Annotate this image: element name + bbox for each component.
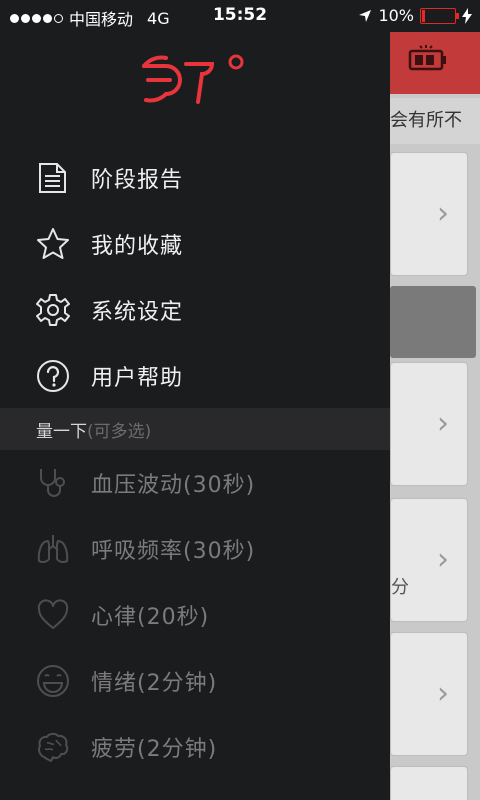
background-fragment-text: 分	[391, 577, 409, 598]
chevron-right-icon: ›	[437, 542, 449, 577]
help-icon	[36, 359, 70, 393]
background-card[interactable]: › 分	[390, 498, 468, 622]
measure-label: 心律(20秒)	[91, 605, 210, 630]
measure-label: 呼吸频率(30秒)	[91, 539, 256, 564]
background-banner-text: 会有所不	[390, 98, 480, 144]
section-subtitle: (可多选)	[87, 421, 152, 442]
background-card[interactable]	[390, 766, 468, 800]
measure-label: 情绪(2分钟)	[91, 671, 218, 696]
app-logo	[142, 54, 244, 104]
menu-label: 系统设定	[91, 300, 184, 325]
battery-percent: 10%	[378, 6, 414, 25]
measure-label: 血压波动(30秒)	[91, 473, 256, 498]
background-header	[390, 32, 480, 94]
battery-icon	[420, 7, 459, 24]
menu-item-stage-report[interactable]: 阶段报告	[0, 145, 390, 211]
smile-icon	[36, 664, 70, 698]
chevron-right-icon: ›	[437, 196, 449, 231]
measure-item-fatigue[interactable]: 疲劳(2分钟)	[0, 714, 390, 780]
status-bar: 中国移动 4G 15:52 10%	[0, 0, 480, 32]
star-icon	[36, 227, 70, 261]
menu-label: 用户帮助	[91, 366, 184, 391]
menu-item-help[interactable]: 用户帮助	[0, 343, 390, 409]
status-right: 10%	[358, 6, 472, 25]
chevron-right-icon: ›	[437, 406, 449, 441]
menu-item-favorites[interactable]: 我的收藏	[0, 211, 390, 277]
measure-section-header: 量一下 (可多选)	[0, 408, 390, 450]
measure-item-heart-rhythm[interactable]: 心律(20秒)	[0, 582, 390, 648]
menu-label: 阶段报告	[91, 168, 184, 193]
background-app: 会有所不 › › › 分 ›	[390, 32, 480, 800]
battery-device-icon	[408, 45, 446, 71]
heart-icon	[36, 598, 70, 632]
menu-item-settings[interactable]: 系统设定	[0, 277, 390, 343]
menu-label: 我的收藏	[91, 234, 184, 259]
measure-label: 疲劳(2分钟)	[91, 737, 218, 762]
section-title: 量一下	[36, 421, 87, 442]
measure-item-blood-pressure[interactable]: 血压波动(30秒)	[0, 450, 390, 516]
background-card[interactable]: ›	[390, 152, 468, 276]
measure-item-mood[interactable]: 情绪(2分钟)	[0, 648, 390, 714]
navigation-drawer: 阶段报告 我的收藏 系统设定 用户帮助 量一下 (可多选) 血压波动(30秒)	[0, 32, 390, 800]
measure-item-respiration[interactable]: 呼吸频率(30秒)	[0, 516, 390, 582]
background-card[interactable]: ›	[390, 362, 468, 486]
charging-bolt-icon	[462, 7, 472, 24]
brain-icon	[36, 730, 70, 764]
background-dark-block	[390, 286, 476, 358]
chevron-right-icon: ›	[437, 676, 449, 711]
location-arrow-icon	[359, 9, 372, 22]
background-card[interactable]: ›	[390, 632, 468, 756]
document-icon	[36, 161, 70, 195]
gear-icon	[36, 293, 70, 327]
stethoscope-icon	[36, 466, 70, 500]
lungs-icon	[36, 532, 70, 566]
